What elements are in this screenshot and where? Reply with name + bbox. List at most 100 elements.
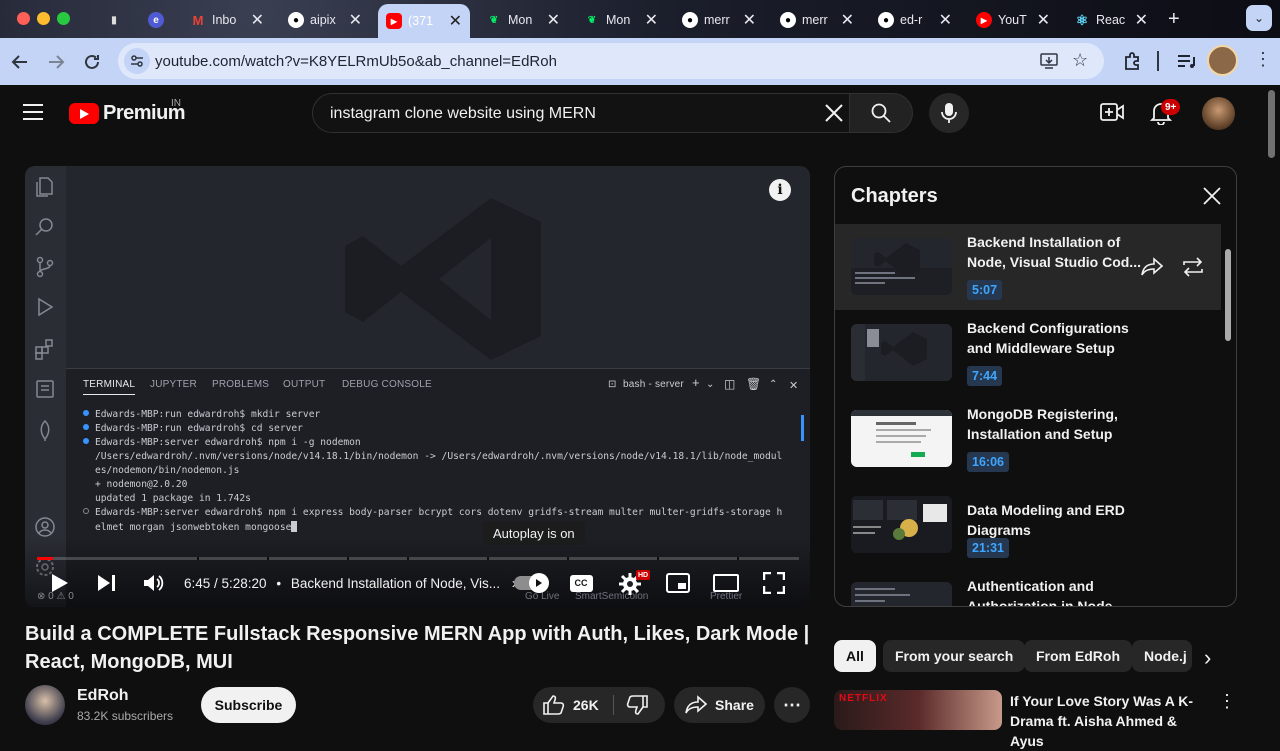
browser-tab[interactable]: ● merr ✕	[772, 6, 862, 34]
chips-next-chevron-icon[interactable]: ›	[1204, 645, 1211, 671]
recommended-title[interactable]: If Your Love Story Was A K-Drama ft. Ais…	[1010, 691, 1210, 751]
terminal-line: Edwards-MBP:run edwardroh$ mkdir server	[83, 409, 320, 420]
play-button[interactable]	[48, 571, 72, 595]
install-app-icon[interactable]	[1040, 52, 1058, 75]
channel-avatar[interactable]	[25, 685, 65, 725]
site-info-icon[interactable]	[124, 48, 150, 74]
share-chapter-icon[interactable]	[1141, 257, 1164, 282]
search-box[interactable]: instagram clone website using MERN	[312, 93, 850, 133]
address-bar[interactable]: youtube.com/watch?v=K8YELRmUb5o&ab_chann…	[118, 43, 1104, 79]
terminal-line: + nodemon@2.0.20	[95, 479, 188, 490]
tab-search-button[interactable]: ⌄	[1246, 5, 1272, 31]
bookmark-star-icon[interactable]: ☆	[1072, 50, 1088, 71]
create-video-icon[interactable]	[1100, 101, 1124, 128]
autoplay-toggle[interactable]	[513, 573, 549, 593]
close-tab-icon[interactable]: ✕	[1037, 10, 1050, 30]
chip-from-channel[interactable]: From EdRoh	[1024, 640, 1132, 672]
browser-tab[interactable]: ● ed-r ✕	[870, 6, 960, 34]
profile-avatar[interactable]	[1207, 45, 1238, 76]
next-video-button[interactable]	[95, 571, 119, 595]
close-tab-icon[interactable]: ✕	[743, 10, 756, 30]
youtube-play-logo-icon	[69, 103, 99, 124]
extensions-icon	[35, 339, 53, 360]
chapter-timestamp[interactable]: 21:31	[967, 538, 1009, 558]
browser-tab-active[interactable]: ▶ (371 ✕	[378, 4, 470, 38]
chapter-timestamp[interactable]: 7:44	[967, 366, 1003, 386]
chapter-title: Data Modeling and ERD Diagrams	[967, 502, 1125, 538]
recommended-more-icon[interactable]: ⋮	[1218, 691, 1236, 712]
like-button[interactable]: 26K	[543, 695, 599, 715]
current-chapter-label[interactable]: Backend Installation of Node, Vis...	[291, 576, 500, 591]
chapter-item[interactable]: Backend Configurations and Middleware Se…	[835, 310, 1221, 396]
fullscreen-button[interactable]	[762, 571, 786, 595]
theater-mode-button[interactable]	[712, 572, 740, 594]
chevron-up-icon: ⌃	[769, 379, 778, 390]
close-tab-icon[interactable]: ✕	[251, 10, 264, 30]
close-tab-icon[interactable]: ✕	[939, 10, 952, 30]
subscribe-button[interactable]: Subscribe	[201, 687, 296, 723]
reload-button[interactable]	[80, 50, 104, 74]
chapter-item[interactable]: Authentication and Authorization in Node	[835, 568, 1221, 606]
recommended-thumbnail[interactable]: NETFLIX	[834, 690, 1002, 730]
browser-tab[interactable]: M Inbo ✕	[182, 6, 272, 34]
youtube-icon: ▶	[386, 13, 402, 29]
voice-search-button[interactable]	[929, 93, 969, 133]
chapter-marker	[737, 557, 739, 560]
info-icon[interactable]: i	[769, 179, 791, 201]
chapter-item[interactable]: Data Modeling and ERD Diagrams 21:31	[835, 482, 1221, 568]
close-chapters-button[interactable]	[1203, 187, 1221, 210]
extensions-icon[interactable]	[1123, 51, 1143, 76]
more-actions-button[interactable]: ⋯	[774, 687, 810, 723]
back-button[interactable]	[8, 50, 32, 74]
notification-count-badge: 9+	[1161, 99, 1181, 115]
video-player[interactable]: TERMINAL JUPYTER PROBLEMS OUTPUT DEBUG C…	[25, 166, 810, 607]
close-tab-icon[interactable]: ✕	[547, 10, 560, 30]
browser-tab[interactable]: ❦ Mon ✕	[576, 6, 666, 34]
browser-tab[interactable]: ⚛ Reac ✕	[1066, 6, 1156, 34]
hamburger-menu-icon[interactable]	[23, 104, 43, 125]
channel-name[interactable]: EdRoh	[77, 687, 129, 705]
clear-search-icon[interactable]	[825, 104, 843, 127]
youtube-logo[interactable]: Premium	[69, 102, 186, 125]
search-button[interactable]	[849, 93, 913, 133]
chapters-scrollbar[interactable]	[1225, 249, 1231, 341]
zoom-window-button[interactable]	[57, 12, 70, 25]
volume-button[interactable]	[141, 571, 167, 595]
browser-tab[interactable]: ❦ Mon ✕	[478, 6, 568, 34]
page-scrollbar[interactable]	[1268, 90, 1275, 158]
browser-tab[interactable]: ▶ YouT ✕	[968, 6, 1058, 34]
chapter-item[interactable]: Backend Installation of Node, Visual Stu…	[835, 224, 1221, 310]
terminal-scrollbar[interactable]	[801, 415, 804, 441]
loop-chapter-icon[interactable]	[1181, 257, 1205, 282]
captions-button[interactable]: CC	[569, 574, 593, 592]
account-avatar[interactable]	[1202, 97, 1235, 130]
close-tab-icon[interactable]: ✕	[841, 10, 854, 30]
browser-tab[interactable]: e	[140, 6, 172, 34]
close-tab-icon[interactable]: ✕	[349, 10, 362, 30]
close-tab-icon[interactable]: ✕	[645, 10, 658, 30]
browser-tab[interactable]: ▮	[98, 6, 122, 34]
close-window-button[interactable]	[17, 12, 30, 25]
forward-button[interactable]	[44, 50, 68, 74]
chapter-item[interactable]: MongoDB Registering, Installation and Se…	[835, 396, 1221, 482]
search-input[interactable]: instagram clone website using MERN	[330, 105, 596, 123]
chapter-timestamp[interactable]: 5:07	[967, 280, 1003, 300]
browser-tab[interactable]: ● merr ✕	[674, 6, 764, 34]
progress-bar[interactable]	[37, 557, 799, 560]
miniplayer-button[interactable]	[665, 572, 691, 594]
share-button[interactable]: Share	[674, 687, 765, 723]
new-tab-button[interactable]: +	[1168, 8, 1180, 31]
chip-all[interactable]: All	[834, 640, 876, 672]
browser-tab[interactable]: ● aipix ✕	[280, 6, 370, 34]
media-controls-icon[interactable]	[1176, 51, 1196, 76]
close-tab-icon[interactable]: ✕	[1135, 10, 1148, 30]
chapter-title: MongoDB Registering, Installation and Se…	[967, 406, 1118, 442]
chip-node[interactable]: Node.j	[1132, 640, 1192, 672]
minimize-window-button[interactable]	[37, 12, 50, 25]
chapter-timestamp[interactable]: 16:06	[967, 452, 1009, 472]
close-tab-icon[interactable]: ✕	[449, 11, 462, 31]
chapter-marker	[407, 557, 409, 560]
browser-menu-icon[interactable]: ⋮	[1254, 49, 1272, 70]
dislike-button[interactable]	[626, 695, 648, 718]
chip-from-your-search[interactable]: From your search	[883, 640, 1026, 672]
